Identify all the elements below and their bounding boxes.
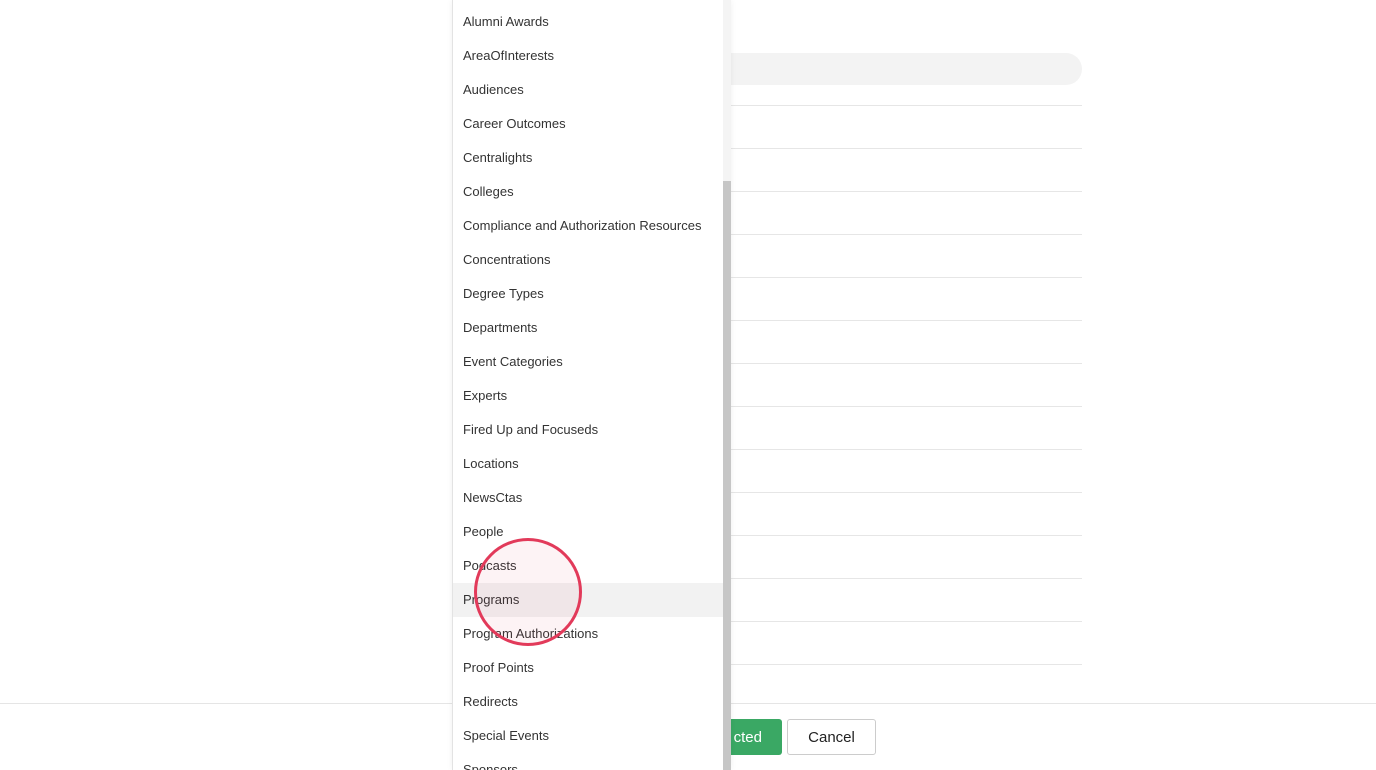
dropdown-item-people[interactable]: People <box>453 515 723 549</box>
dropdown-item-concentrations[interactable]: Concentrations <box>453 243 723 277</box>
dropdown-item-areaofinterests[interactable]: AreaOfInterests <box>453 39 723 73</box>
list-item[interactable] <box>690 320 1082 363</box>
search-bar[interactable] <box>690 53 1082 85</box>
list-item[interactable] <box>690 105 1082 148</box>
list-item[interactable] <box>690 492 1082 535</box>
entry-list <box>690 105 1082 665</box>
list-item[interactable] <box>690 535 1082 578</box>
list-item[interactable] <box>690 621 1082 665</box>
scrollbar-thumb[interactable] <box>723 181 731 770</box>
list-item[interactable] <box>690 148 1082 191</box>
dropdown-item-fired-up-and-focuseds[interactable]: Fired Up and Focuseds <box>453 413 723 447</box>
dropdown-item-newsctas[interactable]: NewsCtas <box>453 481 723 515</box>
dropdown-item-programs[interactable]: Programs <box>453 583 723 617</box>
dropdown-item-alumni-awards[interactable]: Alumni Awards <box>453 5 723 39</box>
dropdown-item-sponsors[interactable]: Sponsors <box>453 753 723 770</box>
dropdown-item-degree-types[interactable]: Degree Types <box>453 277 723 311</box>
list-item[interactable] <box>690 191 1082 234</box>
dropdown-item-career-outcomes[interactable]: Career Outcomes <box>453 107 723 141</box>
list-item[interactable] <box>690 578 1082 621</box>
dropdown-item-proof-points[interactable]: Proof Points <box>453 651 723 685</box>
dropdown-item-audiences[interactable]: Audiences <box>453 73 723 107</box>
content-type-dropdown[interactable]: Alumni Awards AreaOfInterests Audiences … <box>452 0 731 770</box>
page: cted Cancel Alumni Awards AreaOfInterest… <box>0 0 1376 770</box>
list-item[interactable] <box>690 363 1082 406</box>
dropdown-item-locations[interactable]: Locations <box>453 447 723 481</box>
dropdown-item-departments[interactable]: Departments <box>453 311 723 345</box>
cancel-button[interactable]: Cancel <box>787 719 876 755</box>
list-item[interactable] <box>690 449 1082 492</box>
dropdown-item-centralights[interactable]: Centralights <box>453 141 723 175</box>
dropdown-item-experts[interactable]: Experts <box>453 379 723 413</box>
dropdown-item-program-authorizations[interactable]: Program Authorizations <box>453 617 723 651</box>
dropdown-item-event-categories[interactable]: Event Categories <box>453 345 723 379</box>
list-item[interactable] <box>690 406 1082 449</box>
list-item[interactable] <box>690 277 1082 320</box>
list-item[interactable] <box>690 234 1082 277</box>
dropdown-item-colleges[interactable]: Colleges <box>453 175 723 209</box>
dropdown-item-special-events[interactable]: Special Events <box>453 719 723 753</box>
dropdown-list: Alumni Awards AreaOfInterests Audiences … <box>453 0 723 770</box>
dropdown-item-redirects[interactable]: Redirects <box>453 685 723 719</box>
dropdown-item-compliance-resources[interactable]: Compliance and Authorization Resources <box>453 209 723 243</box>
dropdown-item-podcasts[interactable]: Podcasts <box>453 549 723 583</box>
